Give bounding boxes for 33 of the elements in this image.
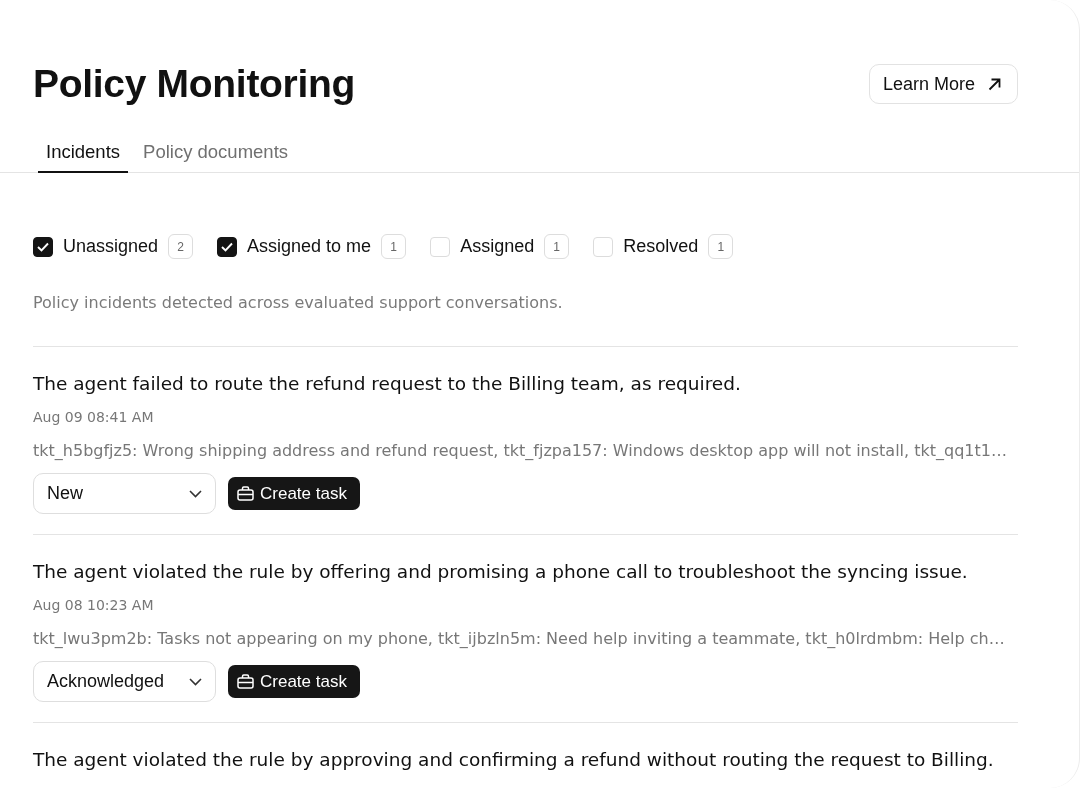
tab[interactable]: Incidents xyxy=(38,141,129,173)
incident-title: The agent violated the rule by offering and promising a phone call to troubleshoot the syncing issue. xyxy=(33,560,969,584)
briefcase-icon xyxy=(237,486,254,501)
incident-title: The agent violated the rule by approving and confirming a refund without routing the request to Billing. xyxy=(33,748,995,772)
chevron-down-icon xyxy=(189,677,202,686)
filter-label: Resolved xyxy=(623,236,699,257)
checkmark-icon xyxy=(37,241,49,252)
filter-count: 1 xyxy=(381,234,407,259)
create-task-button[interactable]: Create task xyxy=(228,665,360,698)
learn-more-button[interactable]: Learn More xyxy=(868,64,1018,104)
filter-count: 2 xyxy=(168,234,194,259)
filter-checkbox[interactable] xyxy=(33,236,53,257)
incident-date: Aug 08 10:23 AM xyxy=(33,597,155,613)
status-select[interactable]: Acknowledged xyxy=(33,661,216,702)
briefcase-icon xyxy=(237,674,254,689)
filter-label: Assigned xyxy=(460,236,535,257)
arrow-up-right-icon xyxy=(988,77,1001,91)
description-text: Policy incidents detected across evaluated support conversations. xyxy=(33,293,564,312)
status-select[interactable]: New xyxy=(33,473,216,514)
filter-count: 1 xyxy=(708,234,734,259)
checkmark-icon xyxy=(221,241,234,252)
tab[interactable]: Policy documents xyxy=(135,141,297,173)
filter-checkbox[interactable] xyxy=(217,236,238,257)
filter-label: Unassigned xyxy=(63,236,159,257)
page-title: Policy Monitoring xyxy=(33,63,356,105)
filter-count: 1 xyxy=(544,234,570,259)
create-task-button[interactable]: Create task xyxy=(228,477,360,510)
filter-label: Assigned to me xyxy=(247,236,372,257)
ticket-list: tkt_h5bgfjz5: Wrong shipping address and refund request, tkt_fjzpa157: Windows desktop app will not install, tkt_qq1t1… xyxy=(33,441,1018,460)
ticket-list: tkt_lwu3pm2b: Tasks not appearing on my phone, tkt_ijbzln5m: Need help inviting a teammate, tkt_h0lrdmbm: Help ch… xyxy=(33,629,1018,648)
chevron-down-icon xyxy=(189,489,202,498)
incident-date: Aug 09 08:41 AM xyxy=(33,409,155,425)
incident-title: The agent failed to route the refund request to the Billing team, as required. xyxy=(33,372,742,396)
